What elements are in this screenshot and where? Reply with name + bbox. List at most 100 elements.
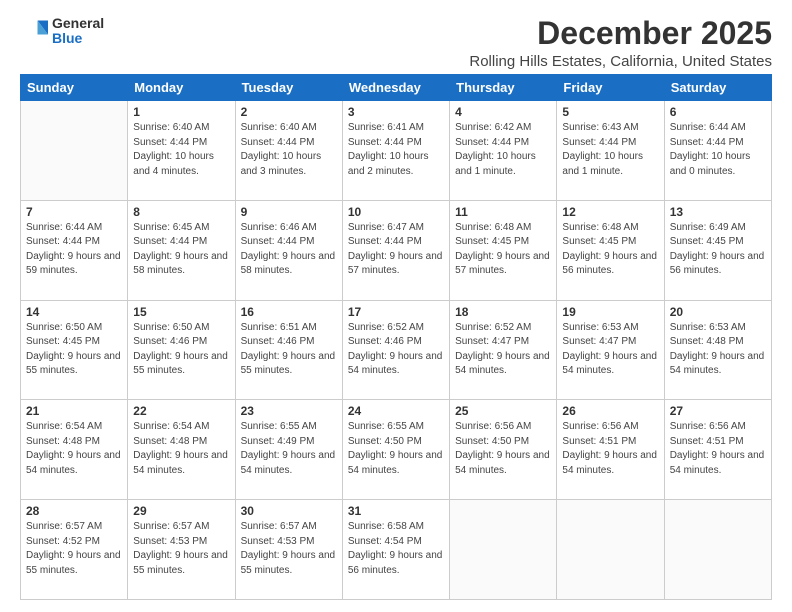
- sunset-text: Sunset: 4:51 PM: [562, 436, 636, 447]
- day-number: 1: [133, 105, 229, 119]
- sunset-text: Sunset: 4:49 PM: [241, 436, 315, 447]
- table-row: 17 Sunrise: 6:52 AM Sunset: 4:46 PM Dayl…: [342, 300, 449, 400]
- table-row: 5 Sunrise: 6:43 AM Sunset: 4:44 PM Dayli…: [557, 101, 664, 201]
- subtitle: Rolling Hills Estates, California, Unite…: [469, 53, 772, 70]
- day-number: 25: [455, 404, 551, 418]
- sunset-text: Sunset: 4:44 PM: [348, 236, 422, 247]
- day-number: 29: [133, 504, 229, 518]
- daylight-text: Daylight: 9 hours and 54 minutes.: [241, 450, 336, 476]
- table-row: 6 Sunrise: 6:44 AM Sunset: 4:44 PM Dayli…: [664, 101, 771, 201]
- table-row: 9 Sunrise: 6:46 AM Sunset: 4:44 PM Dayli…: [235, 200, 342, 300]
- table-row: 13 Sunrise: 6:49 AM Sunset: 4:45 PM Dayl…: [664, 200, 771, 300]
- sunset-text: Sunset: 4:48 PM: [670, 336, 744, 347]
- sunset-text: Sunset: 4:45 PM: [26, 336, 100, 347]
- table-row: 3 Sunrise: 6:41 AM Sunset: 4:44 PM Dayli…: [342, 101, 449, 201]
- daylight-text: Daylight: 9 hours and 54 minutes.: [348, 351, 443, 377]
- table-row: 30 Sunrise: 6:57 AM Sunset: 4:53 PM Dayl…: [235, 500, 342, 600]
- table-row: 22 Sunrise: 6:54 AM Sunset: 4:48 PM Dayl…: [128, 400, 235, 500]
- day-info: Sunrise: 6:40 AM Sunset: 4:44 PM Dayligh…: [133, 121, 229, 179]
- logo-text: General Blue: [52, 16, 104, 47]
- day-info: Sunrise: 6:56 AM Sunset: 4:50 PM Dayligh…: [455, 420, 551, 478]
- daylight-text: Daylight: 10 hours and 1 minute.: [562, 151, 643, 177]
- day-info: Sunrise: 6:55 AM Sunset: 4:50 PM Dayligh…: [348, 420, 444, 478]
- daylight-text: Daylight: 9 hours and 56 minutes.: [348, 550, 443, 576]
- table-row: 8 Sunrise: 6:45 AM Sunset: 4:44 PM Dayli…: [128, 200, 235, 300]
- sunset-text: Sunset: 4:44 PM: [133, 236, 207, 247]
- table-row: 4 Sunrise: 6:42 AM Sunset: 4:44 PM Dayli…: [450, 101, 557, 201]
- day-number: 7: [26, 205, 122, 219]
- sunset-text: Sunset: 4:53 PM: [241, 536, 315, 547]
- daylight-text: Daylight: 10 hours and 0 minutes.: [670, 151, 751, 177]
- sunrise-text: Sunrise: 6:48 AM: [562, 222, 638, 233]
- day-number: 13: [670, 205, 766, 219]
- calendar-table: Sunday Monday Tuesday Wednesday Thursday…: [20, 74, 772, 600]
- sunset-text: Sunset: 4:48 PM: [133, 436, 207, 447]
- day-info: Sunrise: 6:48 AM Sunset: 4:45 PM Dayligh…: [455, 221, 551, 279]
- sunrise-text: Sunrise: 6:54 AM: [133, 421, 209, 432]
- sunrise-text: Sunrise: 6:56 AM: [562, 421, 638, 432]
- table-row: 31 Sunrise: 6:58 AM Sunset: 4:54 PM Dayl…: [342, 500, 449, 600]
- col-friday: Friday: [557, 75, 664, 101]
- day-number: 27: [670, 404, 766, 418]
- daylight-text: Daylight: 9 hours and 58 minutes.: [241, 251, 336, 277]
- sunset-text: Sunset: 4:44 PM: [562, 137, 636, 148]
- day-number: 23: [241, 404, 337, 418]
- table-row: 15 Sunrise: 6:50 AM Sunset: 4:46 PM Dayl…: [128, 300, 235, 400]
- table-row: 24 Sunrise: 6:55 AM Sunset: 4:50 PM Dayl…: [342, 400, 449, 500]
- day-info: Sunrise: 6:52 AM Sunset: 4:46 PM Dayligh…: [348, 321, 444, 379]
- table-row: 18 Sunrise: 6:52 AM Sunset: 4:47 PM Dayl…: [450, 300, 557, 400]
- sunrise-text: Sunrise: 6:56 AM: [670, 421, 746, 432]
- table-row: 21 Sunrise: 6:54 AM Sunset: 4:48 PM Dayl…: [21, 400, 128, 500]
- day-number: 15: [133, 305, 229, 319]
- day-info: Sunrise: 6:57 AM Sunset: 4:53 PM Dayligh…: [241, 520, 337, 578]
- sunrise-text: Sunrise: 6:49 AM: [670, 222, 746, 233]
- sunset-text: Sunset: 4:44 PM: [241, 236, 315, 247]
- day-info: Sunrise: 6:50 AM Sunset: 4:45 PM Dayligh…: [26, 321, 122, 379]
- day-info: Sunrise: 6:40 AM Sunset: 4:44 PM Dayligh…: [241, 121, 337, 179]
- table-row: [450, 500, 557, 600]
- sunset-text: Sunset: 4:44 PM: [348, 137, 422, 148]
- day-number: 9: [241, 205, 337, 219]
- day-number: 8: [133, 205, 229, 219]
- sunrise-text: Sunrise: 6:45 AM: [133, 222, 209, 233]
- daylight-text: Daylight: 9 hours and 56 minutes.: [562, 251, 657, 277]
- sunrise-text: Sunrise: 6:54 AM: [26, 421, 102, 432]
- daylight-text: Daylight: 9 hours and 54 minutes.: [562, 450, 657, 476]
- daylight-text: Daylight: 9 hours and 55 minutes.: [241, 351, 336, 377]
- calendar-week-row: 14 Sunrise: 6:50 AM Sunset: 4:45 PM Dayl…: [21, 300, 772, 400]
- col-tuesday: Tuesday: [235, 75, 342, 101]
- day-number: 21: [26, 404, 122, 418]
- table-row: 2 Sunrise: 6:40 AM Sunset: 4:44 PM Dayli…: [235, 101, 342, 201]
- day-info: Sunrise: 6:41 AM Sunset: 4:44 PM Dayligh…: [348, 121, 444, 179]
- day-info: Sunrise: 6:47 AM Sunset: 4:44 PM Dayligh…: [348, 221, 444, 279]
- day-number: 12: [562, 205, 658, 219]
- day-info: Sunrise: 6:56 AM Sunset: 4:51 PM Dayligh…: [562, 420, 658, 478]
- day-number: 28: [26, 504, 122, 518]
- sunrise-text: Sunrise: 6:44 AM: [26, 222, 102, 233]
- day-info: Sunrise: 6:46 AM Sunset: 4:44 PM Dayligh…: [241, 221, 337, 279]
- sunset-text: Sunset: 4:44 PM: [670, 137, 744, 148]
- sunset-text: Sunset: 4:48 PM: [26, 436, 100, 447]
- daylight-text: Daylight: 9 hours and 54 minutes.: [455, 450, 550, 476]
- table-row: 12 Sunrise: 6:48 AM Sunset: 4:45 PM Dayl…: [557, 200, 664, 300]
- calendar-week-row: 7 Sunrise: 6:44 AM Sunset: 4:44 PM Dayli…: [21, 200, 772, 300]
- day-info: Sunrise: 6:53 AM Sunset: 4:48 PM Dayligh…: [670, 321, 766, 379]
- table-row: 29 Sunrise: 6:57 AM Sunset: 4:53 PM Dayl…: [128, 500, 235, 600]
- table-row: 28 Sunrise: 6:57 AM Sunset: 4:52 PM Dayl…: [21, 500, 128, 600]
- sunrise-text: Sunrise: 6:57 AM: [133, 521, 209, 532]
- day-number: 24: [348, 404, 444, 418]
- sunset-text: Sunset: 4:52 PM: [26, 536, 100, 547]
- daylight-text: Daylight: 9 hours and 54 minutes.: [670, 351, 765, 377]
- sunset-text: Sunset: 4:45 PM: [562, 236, 636, 247]
- sunset-text: Sunset: 4:45 PM: [455, 236, 529, 247]
- daylight-text: Daylight: 9 hours and 57 minutes.: [455, 251, 550, 277]
- day-number: 6: [670, 105, 766, 119]
- day-info: Sunrise: 6:43 AM Sunset: 4:44 PM Dayligh…: [562, 121, 658, 179]
- sunset-text: Sunset: 4:46 PM: [348, 336, 422, 347]
- day-info: Sunrise: 6:54 AM Sunset: 4:48 PM Dayligh…: [133, 420, 229, 478]
- sunset-text: Sunset: 4:54 PM: [348, 536, 422, 547]
- sunrise-text: Sunrise: 6:40 AM: [133, 122, 209, 133]
- sunset-text: Sunset: 4:44 PM: [455, 137, 529, 148]
- day-number: 4: [455, 105, 551, 119]
- table-row: 20 Sunrise: 6:53 AM Sunset: 4:48 PM Dayl…: [664, 300, 771, 400]
